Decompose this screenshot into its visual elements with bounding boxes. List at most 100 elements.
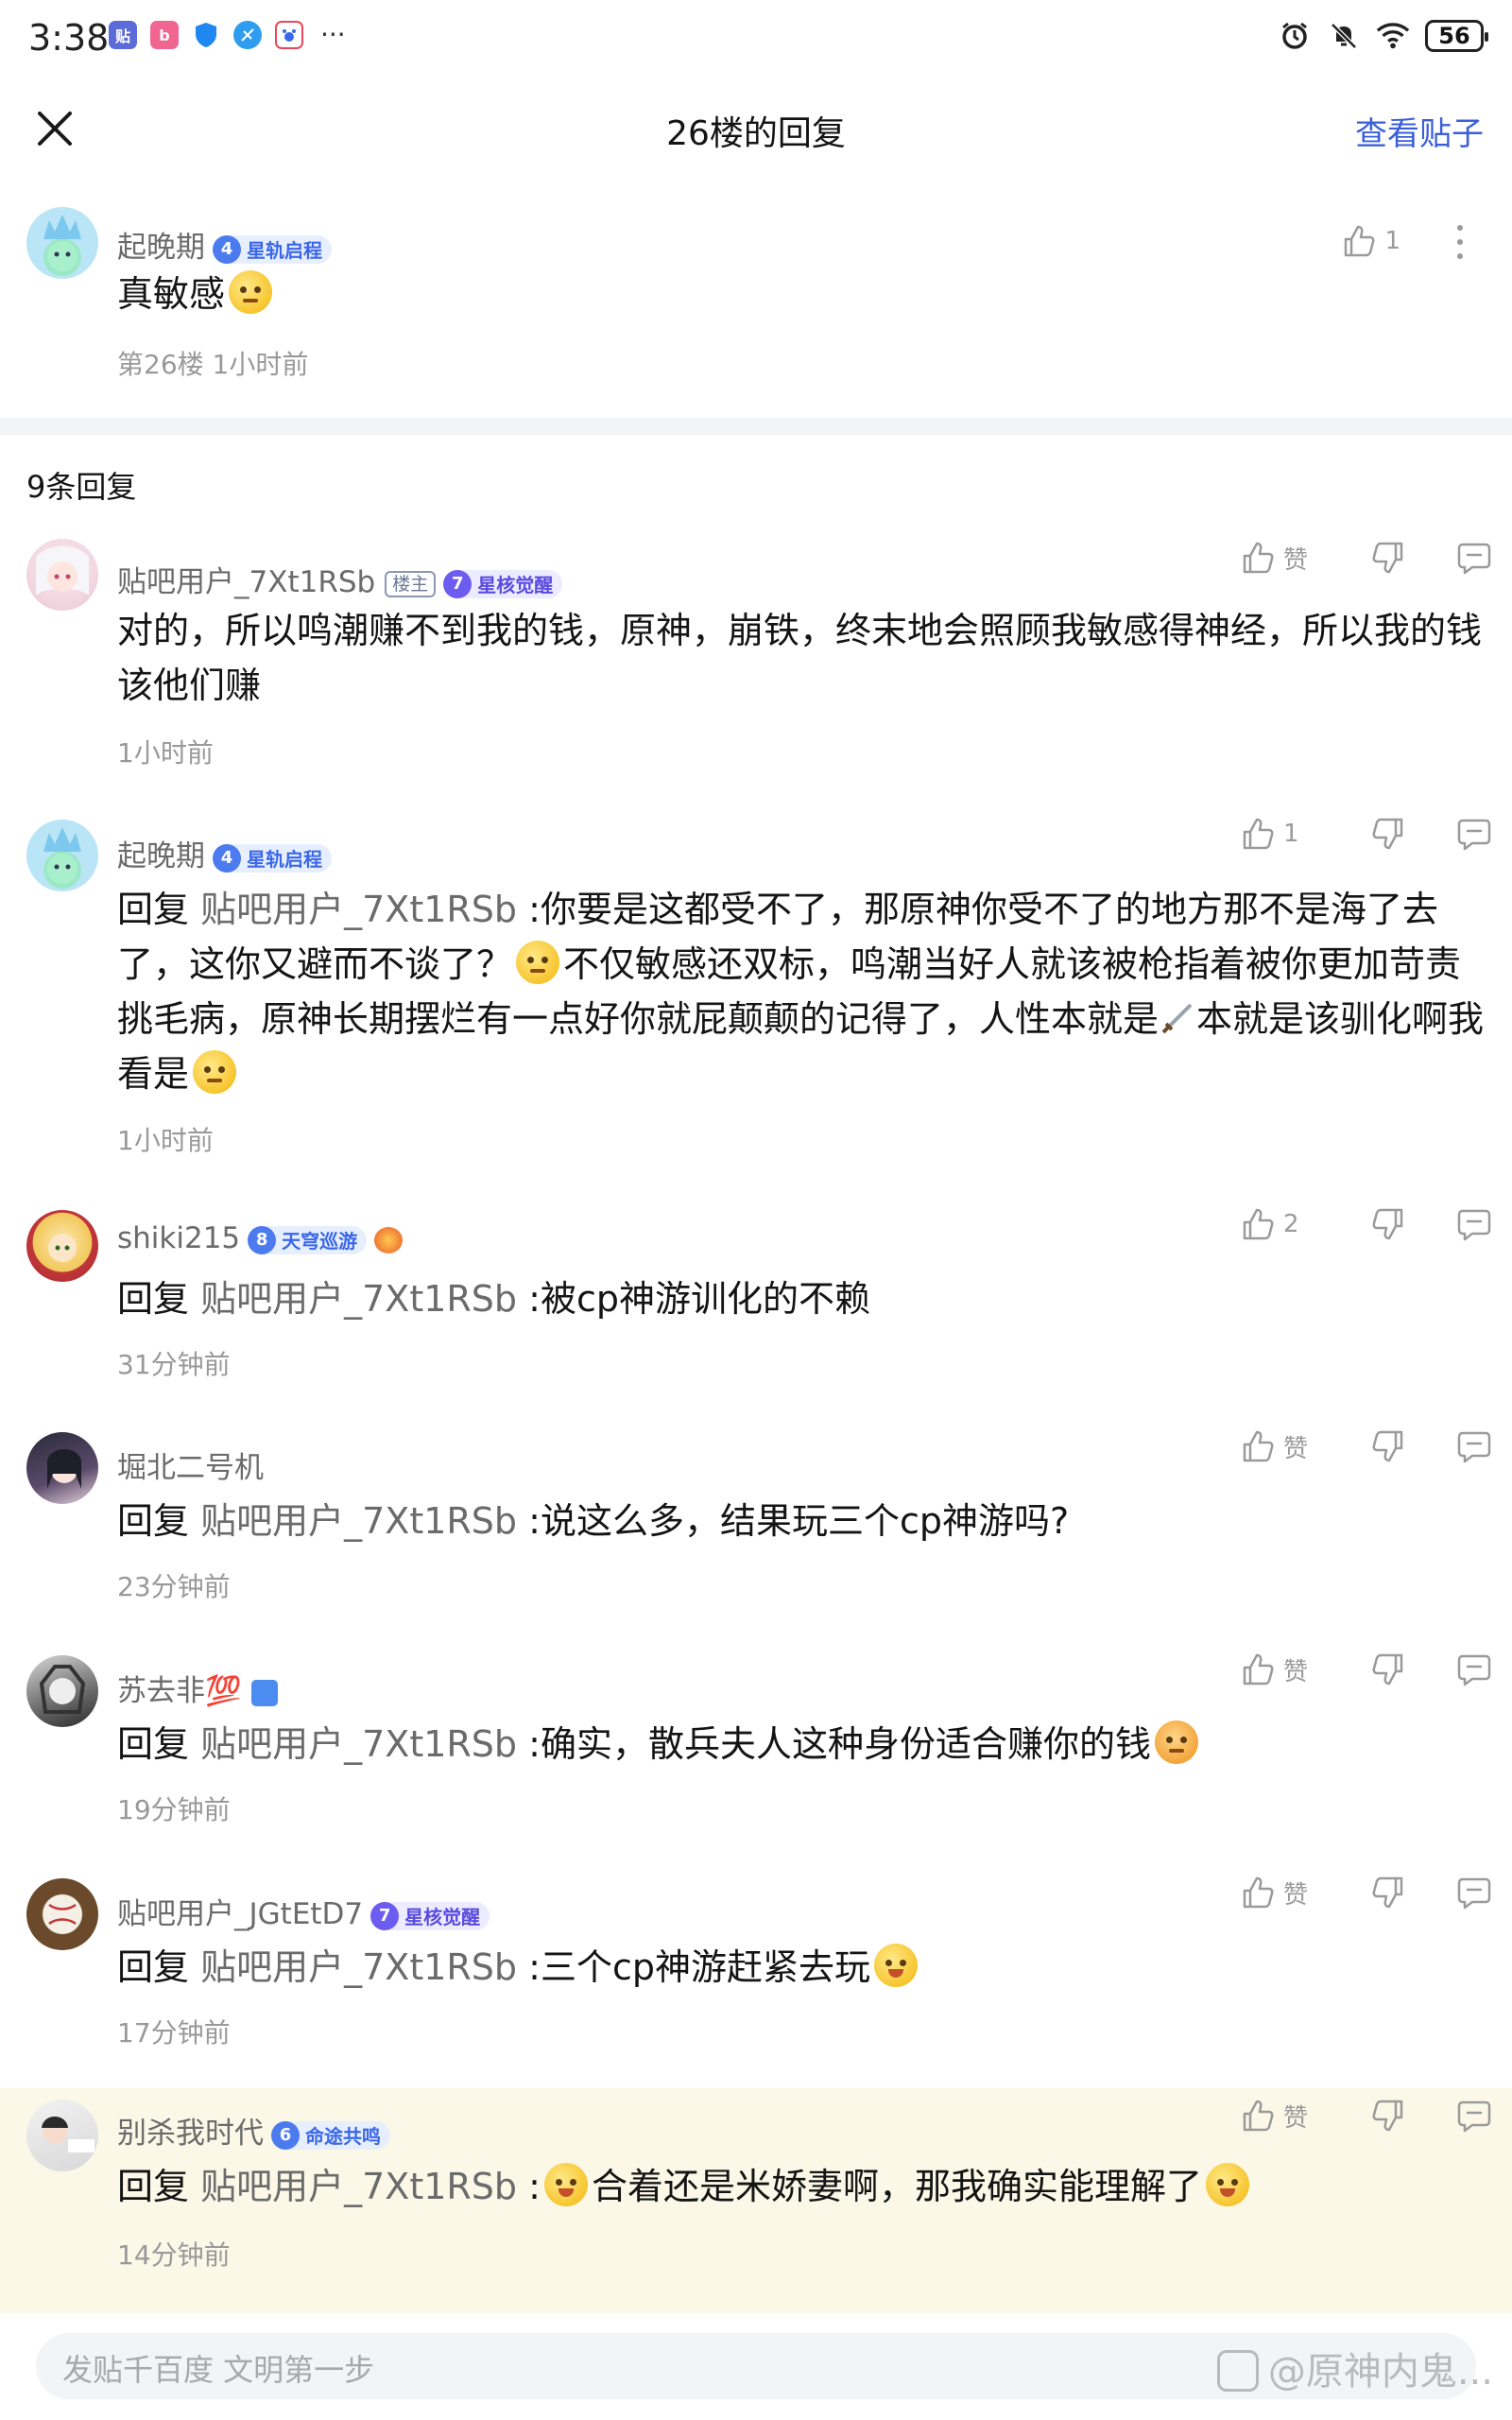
level-badge: 7 星核觉醒	[443, 569, 563, 598]
reply-time: 31分钟前	[117, 1349, 231, 1380]
thumbs-up-icon	[1243, 2100, 1274, 2132]
username[interactable]: 起晚期 4 星轨启程	[117, 832, 332, 874]
like-button[interactable]: 赞	[1240, 1651, 1344, 1687]
sweat-emoji-icon	[229, 270, 273, 314]
post-text: 真敏感	[117, 273, 226, 315]
tiger-emoji-icon	[1154, 1720, 1198, 1764]
like-button[interactable]: 1	[1240, 816, 1344, 852]
more-vertical-icon	[1457, 225, 1463, 259]
status-more: ···	[320, 19, 346, 50]
dislike-button[interactable]	[1370, 1875, 1406, 1910]
mention-link[interactable]: 贴吧用户_7Xt1RSb	[200, 1278, 517, 1320]
dislike-button[interactable]	[1370, 540, 1406, 576]
mention-link[interactable]: 贴吧用户_7Xt1RSb	[200, 2166, 517, 2207]
comment-button[interactable]	[1455, 815, 1493, 853]
dislike-button[interactable]	[1370, 816, 1406, 852]
level-number: 4	[213, 234, 241, 264]
reply-text: :说这么多，结果玩三个cp神游吗?	[528, 1500, 1070, 1542]
username[interactable]: shiki215 8 天穹巡游	[117, 1221, 404, 1255]
level-badge: 8 天穹巡游	[248, 1225, 368, 1254]
like-button[interactable]: 赞	[1240, 1428, 1344, 1464]
thumbs-down-icon	[1372, 542, 1403, 574]
avatar[interactable]	[26, 207, 98, 279]
comment-button[interactable]	[1455, 1651, 1493, 1688]
grin-emoji-icon	[1205, 2163, 1249, 2206]
like-count: 1	[1283, 820, 1299, 848]
mention-link[interactable]: 贴吧用户_7Xt1RSb	[200, 889, 517, 930]
reply-text: :	[528, 2166, 541, 2207]
avatar[interactable]	[26, 539, 98, 611]
username[interactable]: 贴吧用户_JGtEtD7 7 星核觉醒	[117, 1890, 490, 1932]
mention-link[interactable]: 贴吧用户_7Xt1RSb	[200, 1723, 517, 1765]
username[interactable]: 别杀我时代 6 命途共鸣	[117, 2109, 390, 2152]
like-count: 1	[1384, 227, 1400, 255]
main-post: 起晚期 4 星轨启程 真敏感 第26楼 1小时前 1	[0, 182, 1512, 418]
username[interactable]: 起晚期 4 星轨启程	[117, 223, 332, 266]
grin-emoji-icon	[543, 2163, 588, 2206]
reply-keyword: 回复	[117, 889, 190, 930]
avatar[interactable]	[26, 820, 98, 891]
close-button[interactable]	[32, 106, 77, 151]
avatar[interactable]	[26, 1878, 98, 1950]
alarm-icon	[1278, 19, 1312, 53]
avatar[interactable]	[26, 1210, 98, 1282]
username[interactable]: 苏去非💯	[117, 1667, 278, 1709]
owner-tag: 楼主	[385, 570, 437, 597]
username[interactable]: 堀北二号机	[117, 1443, 264, 1486]
like-button[interactable]: 赞	[1240, 2098, 1344, 2134]
dislike-button[interactable]	[1370, 1206, 1406, 1242]
level-number: 7	[370, 1901, 400, 1930]
comment-icon	[1457, 1877, 1491, 1910]
thumbs-down-icon	[1372, 818, 1403, 850]
level-number: 7	[443, 569, 472, 598]
sweat-emoji-icon	[193, 1050, 237, 1094]
reply-content: 对的，所以鸣潮赚不到我的钱，原神，崩铁，终末地会照顾我敏感得神经，所以我的钱该他…	[117, 603, 1487, 713]
dislike-button[interactable]	[1370, 1428, 1406, 1464]
thumbs-up-icon	[1243, 542, 1274, 574]
username[interactable]: 贴吧用户_7Xt1RSb 楼主 7 星核觉醒	[117, 558, 563, 600]
comment-button[interactable]	[1455, 2097, 1493, 2135]
like-count: 赞	[1283, 2103, 1309, 2133]
nav-bar: 26楼的回复 查看贴子	[0, 76, 1512, 182]
like-button[interactable]: 1	[1341, 223, 1400, 259]
comment-button[interactable]	[1455, 1205, 1493, 1243]
mention-link[interactable]: 贴吧用户_7Xt1RSb	[200, 1946, 517, 1988]
badge-label: 星轨启程	[247, 239, 322, 262]
floor-number: 第26楼	[117, 349, 204, 380]
thumbs-up-icon	[1243, 1653, 1274, 1685]
avatar[interactable]	[26, 2100, 98, 2171]
wifi-icon	[1376, 19, 1410, 53]
reply-content: 回复 贴吧用户_7Xt1RSb :说这么多，结果玩三个cp神游吗?	[117, 1494, 1487, 1548]
username-text: 贴吧用户_7Xt1RSb	[117, 565, 376, 599]
username-text: 贴吧用户_JGtEtD7	[117, 1897, 364, 1931]
avatar[interactable]	[26, 1432, 98, 1504]
reply-time: 1小时前	[117, 737, 214, 769]
like-button[interactable]: 2	[1240, 1206, 1344, 1242]
badge-label: 星核觉醒	[404, 1906, 481, 1928]
more-button[interactable]	[1455, 223, 1465, 261]
thumbs-up-icon	[1243, 818, 1274, 850]
avatar[interactable]	[26, 1655, 98, 1727]
like-button[interactable]: 赞	[1240, 540, 1344, 576]
dislike-button[interactable]	[1370, 1651, 1406, 1687]
comment-button[interactable]	[1455, 1427, 1493, 1465]
level-badge: 4 星轨启程	[213, 843, 332, 873]
like-count: 赞	[1283, 1880, 1309, 1910]
reply-time: 1小时前	[117, 1125, 214, 1156]
sword-emoji-icon	[1161, 1003, 1193, 1034]
username-text: 堀北二号机	[117, 1451, 264, 1485]
comment-button[interactable]	[1455, 539, 1493, 577]
comment-button[interactable]	[1455, 1874, 1493, 1911]
reply-keyword: 回复	[117, 2166, 190, 2207]
like-button[interactable]: 赞	[1240, 1875, 1344, 1910]
view-post-link[interactable]: 查看贴子	[1355, 108, 1484, 154]
reply-actions: 2	[1240, 1205, 1493, 1243]
watermark-logo-icon	[1216, 2350, 1259, 2392]
username-text: 别杀我时代	[117, 2117, 264, 2151]
dislike-button[interactable]	[1370, 2098, 1406, 2134]
reply-time: 19分钟前	[117, 1794, 231, 1825]
section-divider	[0, 418, 1512, 435]
level-badge: 4 星轨启程	[213, 234, 332, 264]
mention-link[interactable]: 贴吧用户_7Xt1RSb	[200, 1500, 517, 1542]
thumbs-down-icon	[1372, 1876, 1403, 1909]
